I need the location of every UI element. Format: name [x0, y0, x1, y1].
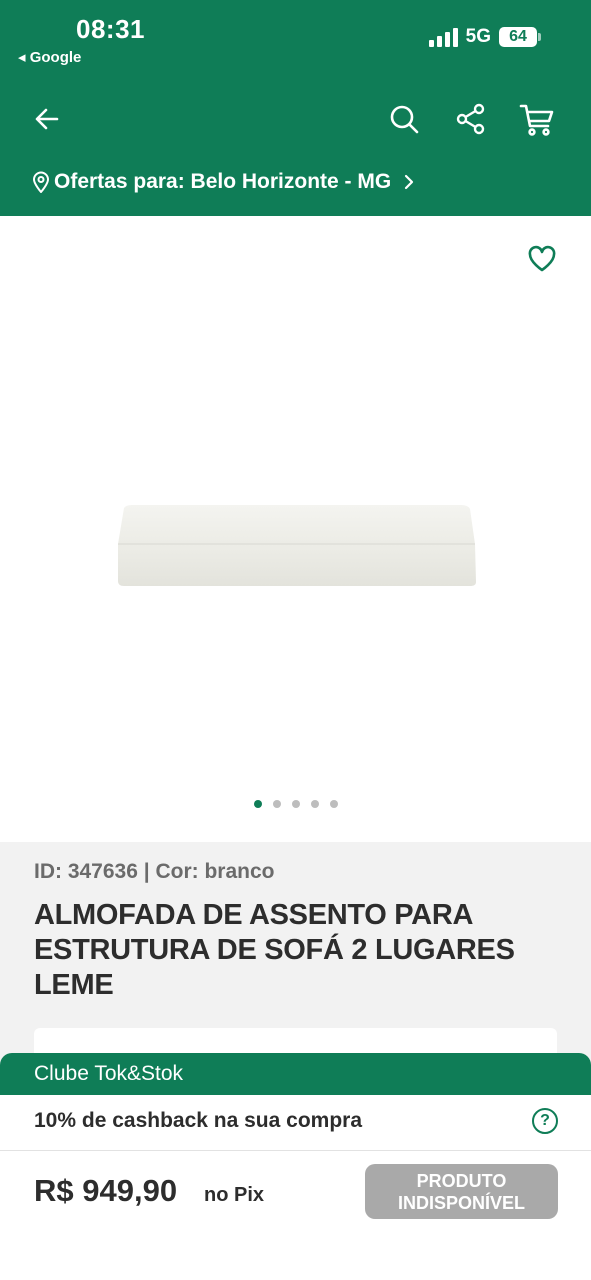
share-button[interactable]	[453, 100, 489, 138]
product-image-cushion	[118, 505, 476, 586]
cashback-text: 10% de cashback na sua compra	[34, 1109, 362, 1132]
pagination-dot[interactable]	[253, 800, 262, 808]
favorite-button[interactable]	[524, 242, 560, 276]
signal-icon	[428, 27, 458, 47]
pagination-dot[interactable]	[291, 800, 300, 808]
pagination-dot[interactable]	[329, 800, 338, 808]
cart-button[interactable]	[517, 100, 557, 140]
arrow-left-icon	[35, 108, 59, 130]
location-selector[interactable]: Ofertas para: Belo Horizonte - MG	[32, 170, 417, 194]
heart-outline-icon	[528, 245, 556, 272]
club-banner: Clube Tok&Stok	[0, 1053, 591, 1095]
product-title: ALMOFADA DE ASSENTO PARA ESTRUTURA DE SO…	[34, 899, 515, 1001]
price-payment-method: no Pix	[204, 1184, 265, 1206]
product-unavailable-button[interactable]: PRODUTO INDISPONÍVEL	[365, 1164, 558, 1219]
back-button[interactable]	[30, 102, 64, 136]
battery-icon: 64	[499, 27, 541, 47]
product-id-color: ID: 347636 | Cor: branco	[34, 860, 275, 883]
button-label-line1: PRODUTO	[416, 1170, 507, 1191]
top-header: 08:31 ◂ Google 5G 64 Ofertas para: Belo …	[0, 0, 591, 216]
status-indicators: 5G 64	[428, 26, 541, 48]
search-button[interactable]	[386, 100, 422, 138]
back-to-app-link[interactable]: ◂ Google	[18, 48, 81, 66]
share-icon	[456, 103, 485, 135]
search-icon	[390, 105, 419, 134]
location-label: Ofertas para: Belo Horizonte - MG	[54, 170, 392, 193]
price: R$ 949,90	[34, 1173, 178, 1208]
cashback-row: 10% de cashback na sua compra ?	[0, 1095, 591, 1151]
help-icon[interactable]: ?	[532, 1108, 558, 1134]
button-label-line2: INDISPONÍVEL	[397, 1192, 526, 1213]
battery-level: 64	[499, 27, 537, 47]
chevron-right-icon	[405, 174, 414, 190]
status-time: 08:31	[76, 14, 145, 44]
purchase-bar: R$ 949,90 no Pix PRODUTO INDISPONÍVEL	[0, 1151, 591, 1280]
gallery-pagination	[0, 800, 591, 808]
pagination-dot[interactable]	[272, 800, 281, 808]
cart-icon	[519, 104, 554, 136]
map-pin-icon	[32, 171, 50, 193]
pagination-dot[interactable]	[310, 800, 319, 808]
network-type: 5G	[465, 26, 491, 47]
